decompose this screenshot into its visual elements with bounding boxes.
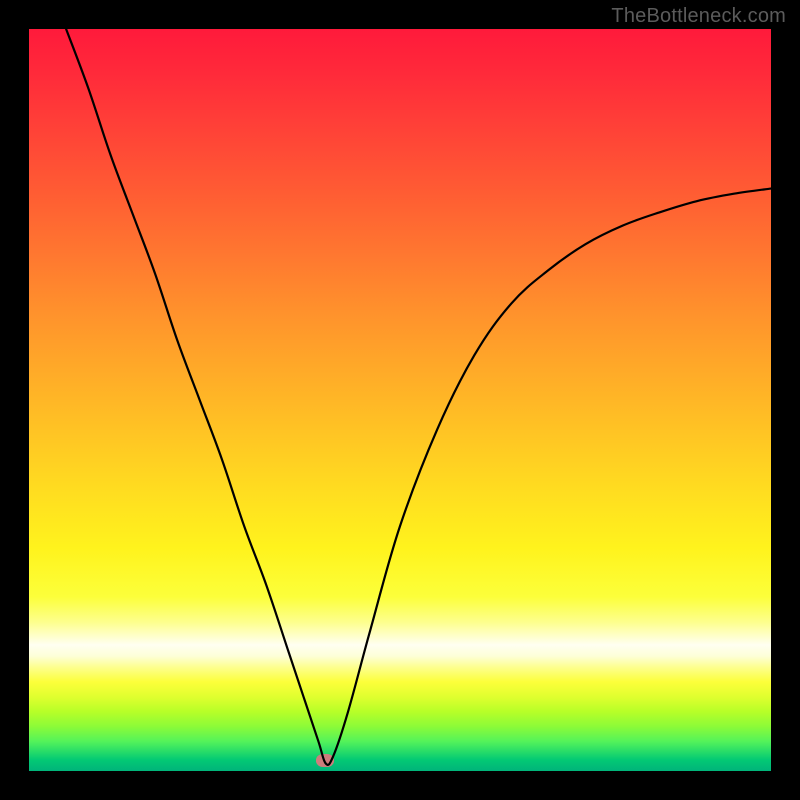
source-watermark: TheBottleneck.com — [611, 5, 786, 28]
chart-plot-area — [29, 29, 771, 771]
bottleneck-curve — [29, 29, 771, 771]
chart-root: TheBottleneck.com — [0, 0, 800, 800]
